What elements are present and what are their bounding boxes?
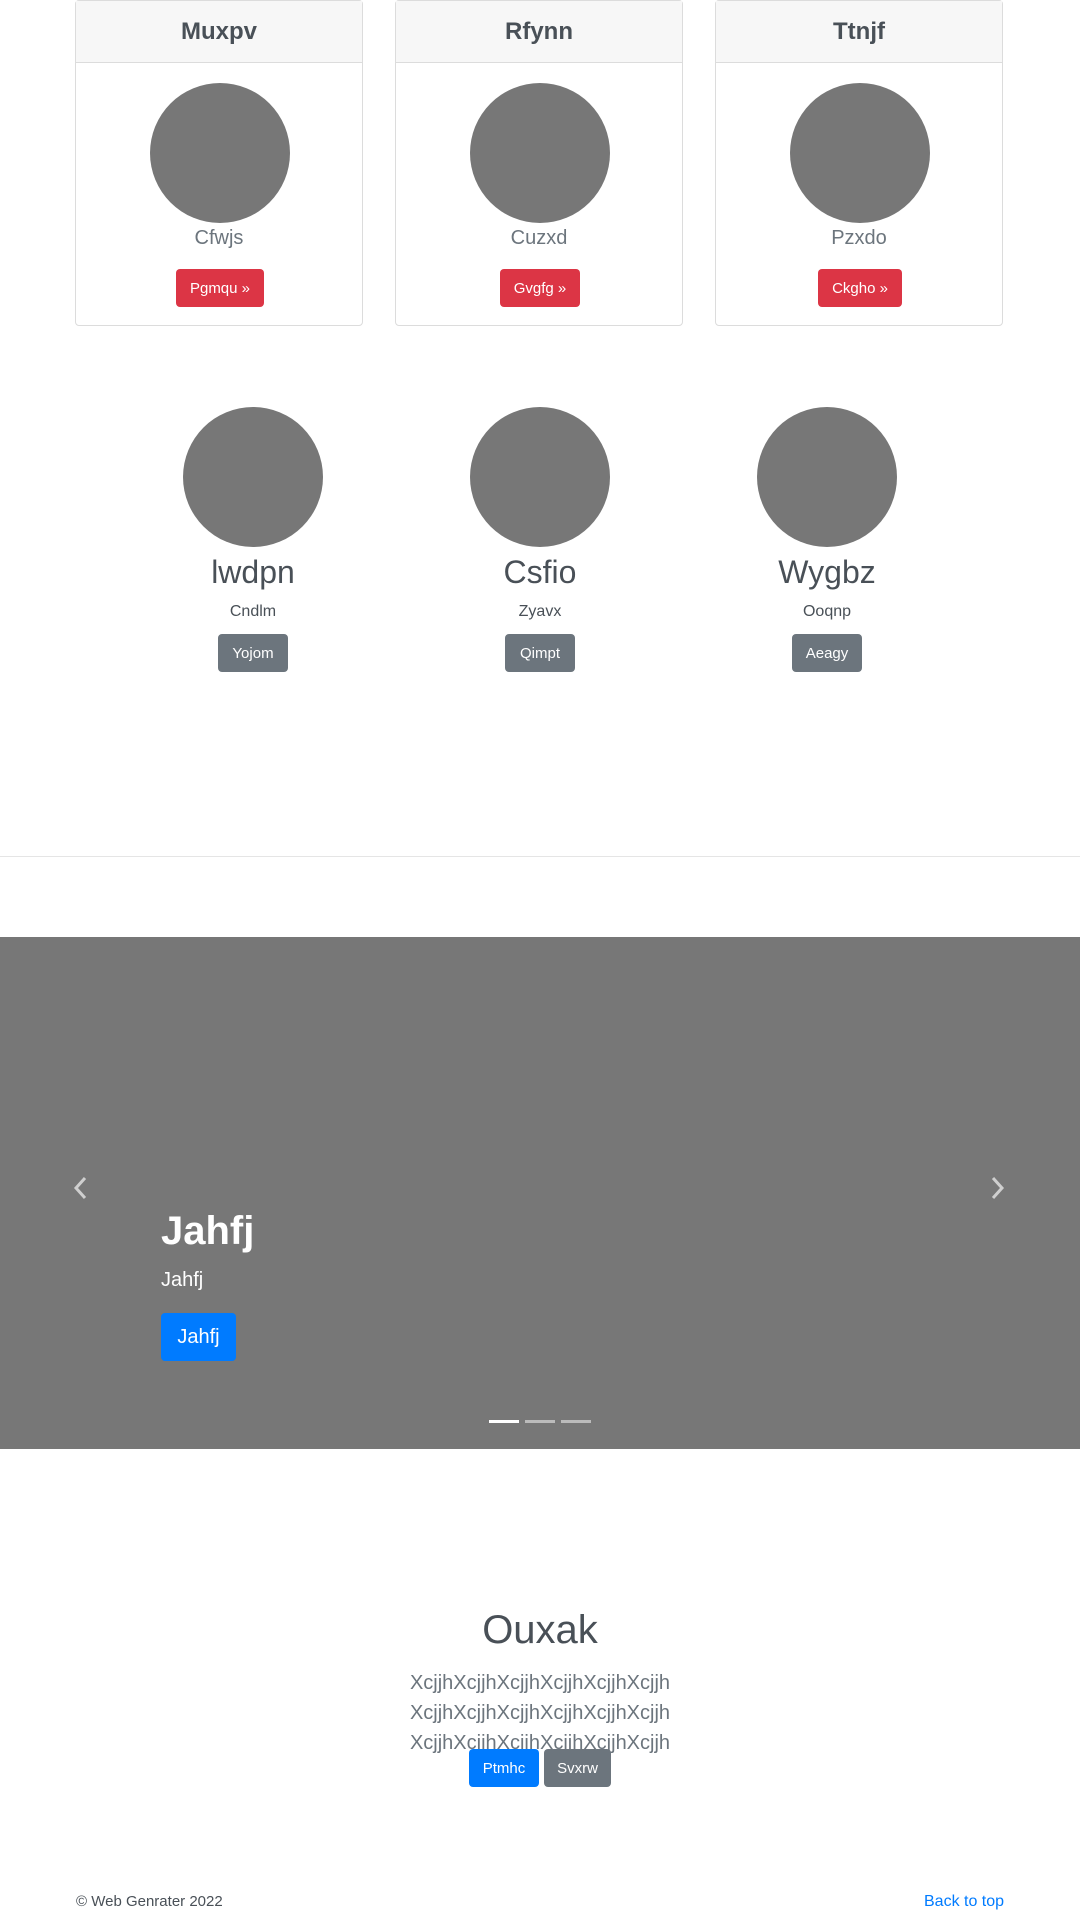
team-member-button[interactable]: Yojom: [218, 634, 288, 672]
team-member: Wygbz Ooqnp: [707, 407, 947, 621]
card-muxpv: Muxpv Cfwjs Pgmqu »: [75, 0, 363, 326]
secondary-button[interactable]: Svxrw: [544, 1749, 611, 1787]
card-rfynn: Rfynn Cuzxd Gvgfg »: [395, 0, 683, 326]
card-text: Pzxdo: [831, 227, 887, 249]
carousel-indicator[interactable]: [489, 1420, 519, 1423]
avatar: [757, 407, 897, 547]
card-text: Cuzxd: [510, 227, 568, 249]
team-member-role: Cndlm: [229, 603, 277, 620]
card-image: [790, 83, 930, 223]
carousel-indicator[interactable]: [561, 1420, 591, 1423]
team-member-name: Csfio: [503, 554, 577, 590]
card-title: Rfynn: [396, 1, 682, 63]
team-member-role: Ooqnp: [802, 603, 852, 620]
team-member: Csfio Zyavx: [420, 407, 660, 621]
card-button[interactable]: Ckgho »: [818, 269, 902, 307]
primary-button[interactable]: Ptmhc: [469, 1749, 539, 1787]
carousel-caption: Jahfj: [161, 1269, 204, 1291]
team-member-name: Wygbz: [778, 554, 876, 590]
team-member-name: lwdpn: [211, 554, 295, 590]
team-member-button[interactable]: Aeagy: [792, 634, 862, 672]
footer-copyright: © Web Genrater 2022: [76, 1893, 223, 1910]
jumbotron-title: Ouxak: [482, 1608, 598, 1652]
back-to-top-link[interactable]: Back to top: [924, 1893, 1004, 1911]
jumbotron-lead: XcjjhXcjjhXcjjhXcjjhXcjjhXcjjh XcjjhXcjj…: [290, 1668, 790, 1758]
card-text: Cfwjs: [194, 227, 244, 249]
avatar: [183, 407, 323, 547]
jumbotron-lead-line: XcjjhXcjjhXcjjhXcjjhXcjjhXcjjh: [409, 1732, 671, 1754]
card-ttnjf: Ttnjf Pzxdo Ckgho »: [715, 0, 1003, 326]
jumbotron-lead-line: XcjjhXcjjhXcjjhXcjjhXcjjhXcjjh XcjjhXcjj…: [409, 1672, 671, 1724]
card-title: Ttnjf: [716, 1, 1002, 63]
chevron-right-icon[interactable]: [990, 1175, 1006, 1209]
card-title: Muxpv: [76, 1, 362, 63]
carousel-indicator[interactable]: [525, 1420, 555, 1423]
team-member-role: Zyavx: [518, 603, 562, 620]
card-image: [150, 83, 290, 223]
carousel-button[interactable]: Jahfj: [161, 1313, 236, 1361]
section-divider: [0, 856, 1080, 857]
carousel-title: Jahfj: [161, 1209, 255, 1253]
team-member: lwdpn Cndlm: [133, 407, 373, 621]
avatar: [470, 407, 610, 547]
carousel: Jahfj Jahfj Jahfj: [0, 937, 1080, 1449]
card-button[interactable]: Pgmqu »: [176, 269, 264, 307]
card-image: [470, 83, 610, 223]
team-member-button[interactable]: Qimpt: [505, 634, 575, 672]
card-button[interactable]: Gvgfg »: [500, 269, 580, 307]
chevron-left-icon[interactable]: [72, 1175, 88, 1209]
